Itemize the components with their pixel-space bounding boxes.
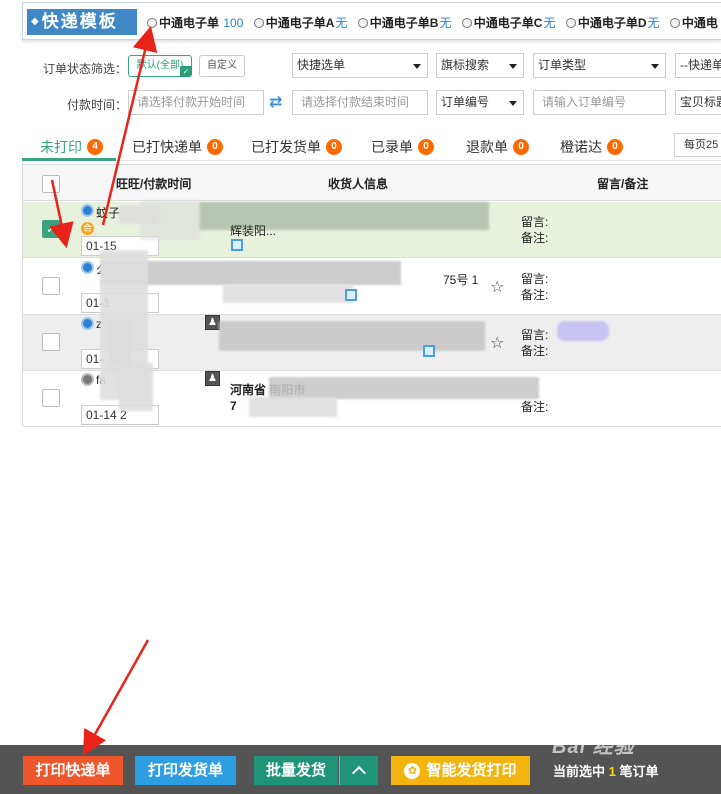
row-checkbox[interactable] [42,333,60,351]
header-receiver: 收货人信息 [328,177,389,191]
redacted-area [223,285,353,303]
pay-start-input[interactable]: 请选择付款开始时间 [128,90,264,115]
merge-badge: 合 [81,222,94,235]
radio-icon[interactable] [461,17,472,28]
order-no-dropdown[interactable]: 订单编号 [436,90,524,115]
redacted-area [140,200,200,240]
order-tabs: 未打印 4 已打快递单 0 已打发货单 0 已录单 0 退款单 0 橙诺达 0 每页25 [22,131,721,161]
copy-icon[interactable] [423,345,435,357]
express-dropdown[interactable]: --快递单 [675,53,721,78]
chevron-up-icon [351,765,367,781]
seller-note: 备注: [521,400,549,414]
radio-icon[interactable] [253,17,264,28]
batch-ship-button[interactable]: 批量发货 [254,756,338,785]
buyer-message: 留言: [521,328,549,342]
baidu-watermark: Bai 经验 [552,736,635,758]
person-icon[interactable]: ♟ [205,315,220,330]
wangwang-icon[interactable] [81,204,94,217]
order-type-dropdown[interactable]: 订单类型 [533,53,666,78]
buyer-message: 留言: [521,215,549,229]
tab-invoice-printed[interactable]: 已打发货单 0 [251,137,342,157]
swap-arrows-icon[interactable]: ⇄ [269,92,282,112]
status-filter-label: 订单状态筛选： [43,62,128,76]
filter-panel: 订单状态筛选： 默认(全部) ✓ 自定义 快捷选单 旗标搜索 订单类型 --快递单… [22,44,721,124]
arrow-to-print-button [82,639,150,756]
tab-chengnuoda[interactable]: 橙诺达 0 [560,137,623,157]
redacted-area [100,250,148,400]
wangwang-icon[interactable] [81,317,94,330]
redacted-area [249,397,337,417]
flag-search-dropdown[interactable]: 旗标搜索 [436,53,524,78]
receiver-address-line2: 7 [230,399,237,413]
buyer-name[interactable]: 蚊子 [96,204,120,221]
person-icon[interactable]: ♟ [205,371,220,386]
per-page-select[interactable]: 每页25 [674,133,721,157]
quick-select-dropdown[interactable]: 快捷选单 [292,53,428,78]
buyer-message: 留言: [521,272,549,286]
tab-unprinted[interactable]: 未打印 4 [40,137,103,157]
template-option-0[interactable]: 中通电子单 100 [147,14,243,31]
smart-print-button[interactable]: ✿ 智能发货打印 [391,756,530,785]
caret-down-icon [509,64,517,69]
redacted-area [557,321,609,341]
copy-icon[interactable] [231,239,243,251]
row-checkbox[interactable] [42,277,60,295]
caret-down-icon [651,64,659,69]
radio-icon[interactable] [565,17,576,28]
header-wangwang: 旺旺/付款时间 [116,177,192,191]
tab-express-printed[interactable]: 已打快递单 0 [132,137,223,157]
template-option-more[interactable]: 中通电 [669,14,718,31]
template-option-d[interactable]: 中通电子单D 无 [565,14,660,31]
check-corner-icon: ✓ [180,66,192,77]
template-option-c[interactable]: 中通电子单C 无 [461,14,555,31]
seller-note: 备注: [521,344,549,358]
tab-recorded[interactable]: 已录单 0 [371,137,434,157]
print-express-button[interactable]: 打印快递单 [23,756,123,785]
default-all-button[interactable]: 默认(全部) ✓ [128,55,192,77]
active-tab-underline [22,158,116,161]
receiver-address: 辉装阳... [230,224,277,238]
wangwang-icon[interactable] [81,261,94,274]
redacted-area [219,321,485,351]
custom-filter-button[interactable]: 自定义 [199,55,245,77]
star-icon[interactable]: ☆ [490,277,504,297]
caret-down-icon [413,64,421,69]
seller-note: 备注: [521,231,549,245]
template-title: ◆快递模板 [27,9,137,35]
diamond-icon: ◆ [31,16,41,27]
print-invoice-button[interactable]: 打印发货单 [135,756,236,785]
copy-icon[interactable] [345,289,357,301]
tab-refund[interactable]: 退款单 0 [466,137,529,157]
gear-icon: ✿ [404,763,421,779]
select-all-checkbox[interactable] [42,175,60,193]
selected-count: 当前选中 1 笔订单 [553,764,659,779]
express-template-bar: ◆快递模板 中通电子单 100 中通电子单A 无 中通电子单B 无 中通电子单C 无 … [22,2,721,40]
order-no-input[interactable]: 请输入订单编号 [533,90,666,115]
redacted-area [269,377,539,399]
wangwang-icon[interactable] [81,373,94,386]
expand-button[interactable] [339,756,378,785]
pay-time-label: 付款时间： [67,98,128,112]
template-options: 中通电子单 100 中通电子单A 无 中通电子单B 无 中通电子单C 无 中通电子单D… [147,14,721,31]
template-option-b[interactable]: 中通电子单B 无 [357,14,451,31]
radio-icon[interactable] [147,17,157,28]
radio-icon[interactable] [357,17,368,28]
baby-title-dropdown[interactable]: 宝贝标题 [675,90,721,115]
radio-icon[interactable] [669,17,680,28]
template-option-a[interactable]: 中通电子单A 无 [253,14,347,31]
header-message: 留言/备注 [597,177,649,191]
seller-note: 备注: [521,288,549,302]
row-checkbox[interactable] [42,389,60,407]
star-icon[interactable]: ☆ [490,333,504,353]
receiver-address: 75号 1 [443,273,479,287]
row-checkbox[interactable]: ✓ [42,220,60,238]
table-header: 旺旺/付款时间 收货人信息 留言/备注 [23,165,721,201]
caret-down-icon [509,101,517,106]
pay-end-input[interactable]: 请选择付款结束时间 [292,90,428,115]
